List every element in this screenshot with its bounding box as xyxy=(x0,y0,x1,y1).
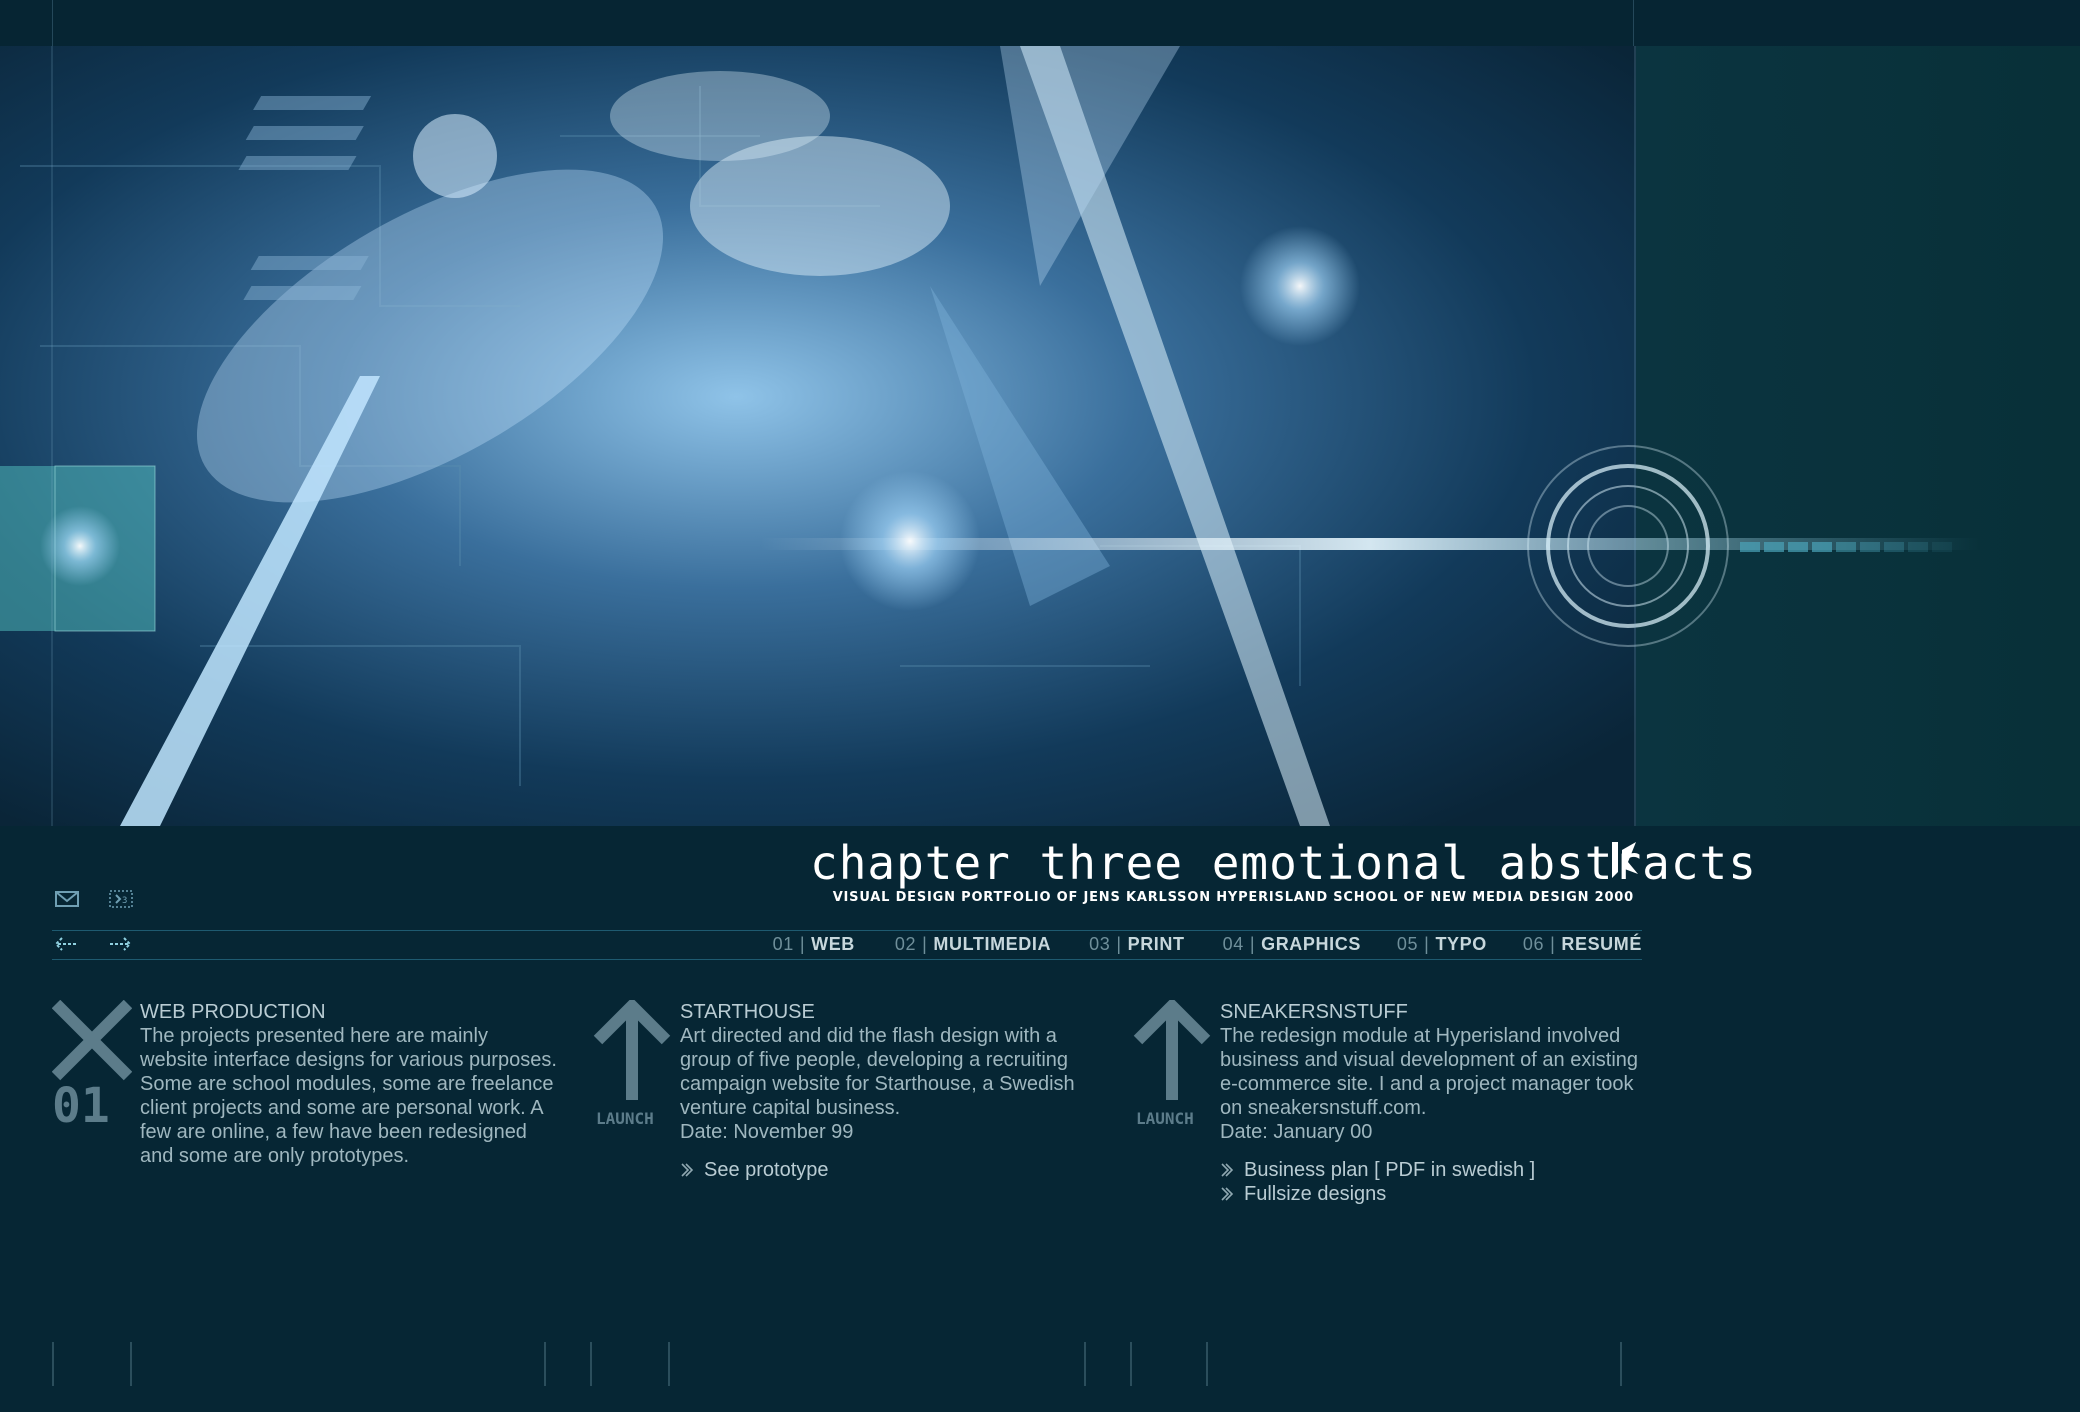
bottom-tick xyxy=(1084,1342,1086,1386)
link-label: See prototype xyxy=(704,1159,829,1181)
top-divider xyxy=(1633,0,1634,46)
link-label: Business plan [ PDF in swedish ] xyxy=(1244,1159,1536,1181)
nav-separator: | xyxy=(1116,934,1122,954)
nav-item-resume[interactable]: 06 | RESUMÉ xyxy=(1523,934,1642,955)
envelope-icon[interactable] xyxy=(54,888,80,910)
business-plan-link[interactable]: Business plan [ PDF in swedish ] xyxy=(1220,1158,1640,1182)
sneakersnstuff-section: SNEAKERSNSTUFF The redesign module at Hy… xyxy=(1220,1000,1640,1206)
nav-number: 04 xyxy=(1222,934,1244,954)
forward-small-icon[interactable]: 3 xyxy=(108,888,134,910)
nav-separator: | xyxy=(1550,934,1556,954)
starthouse-section: STARTHOUSE Art directed and did the flas… xyxy=(680,1000,1110,1182)
nav-menu: 01 | WEB 02 | MULTIMEDIA 03 | PRINT 04 |… xyxy=(773,934,1642,955)
svg-text:3: 3 xyxy=(122,896,127,906)
title-block: chapter three emotional abstracts VISUAL… xyxy=(810,836,1757,905)
nav-separator: | xyxy=(799,934,806,954)
section-description: The redesign module at Hyperisland invol… xyxy=(1220,1025,1639,1119)
launch-label: LAUNCH xyxy=(1136,1109,1194,1128)
section-links: See prototype xyxy=(680,1158,1110,1182)
nav-item-web[interactable]: 01 | WEB xyxy=(773,934,855,955)
nav-label: RESUMÉ xyxy=(1561,934,1642,954)
section-navigation: 01 | WEB 02 | MULTIMEDIA 03 | PRINT 04 |… xyxy=(52,930,1642,960)
launch-label: LAUNCH xyxy=(596,1109,654,1128)
nav-label: MULTIMEDIA xyxy=(933,934,1052,954)
bottom-tick xyxy=(544,1342,546,1386)
portfolio-subtitle: VISUAL DESIGN PORTFOLIO OF JENS KARLSSON… xyxy=(832,890,1634,905)
link-label: Fullsize designs xyxy=(1244,1183,1387,1205)
section-title: SNEAKERSNSTUFF xyxy=(1220,1001,1408,1023)
logo-mark-icon xyxy=(1612,842,1638,878)
section-date: Date: January 00 xyxy=(1220,1121,1373,1143)
section-number-icon: 01 xyxy=(52,1000,132,1124)
top-bar xyxy=(0,0,2080,46)
nav-item-multimedia[interactable]: 02 | MULTIMEDIA xyxy=(895,934,1051,955)
bottom-tick xyxy=(590,1342,592,1386)
section-number: 01 xyxy=(52,1078,110,1124)
section-description: The projects presented here are mainly w… xyxy=(140,1025,557,1167)
nav-label: TYPO xyxy=(1435,934,1487,954)
nav-label: PRINT xyxy=(1127,934,1185,954)
up-arrow-launch-icon[interactable]: LAUNCH xyxy=(1132,1000,1212,1128)
nav-number: 01 xyxy=(772,934,794,954)
bottom-tick xyxy=(1206,1342,1208,1386)
web-production-section: WEB PRODUCTION The projects presented he… xyxy=(140,1000,560,1168)
nav-number: 06 xyxy=(1522,934,1545,954)
nav-item-typo[interactable]: 05 | TYPO xyxy=(1397,934,1487,955)
back-arrow-icon[interactable] xyxy=(52,935,78,953)
forward-arrow-icon[interactable] xyxy=(108,935,134,953)
nav-number: 05 xyxy=(1396,934,1419,954)
section-title: WEB PRODUCTION xyxy=(140,1001,326,1023)
nav-item-print[interactable]: 03 | PRINT xyxy=(1089,934,1185,955)
fullsize-designs-link[interactable]: Fullsize designs xyxy=(1220,1182,1640,1206)
nav-separator: | xyxy=(1424,934,1430,954)
up-arrow-launch-icon[interactable]: LAUNCH xyxy=(592,1000,672,1128)
top-divider xyxy=(52,0,53,46)
bottom-tick xyxy=(52,1342,54,1386)
section-links: Business plan [ PDF in swedish ] Fullsiz… xyxy=(1220,1158,1640,1206)
chapter-title: chapter three emotional abstracts xyxy=(810,836,1757,890)
bottom-tick xyxy=(1620,1342,1622,1386)
bottom-tick xyxy=(668,1342,670,1386)
double-chevron-icon xyxy=(1221,1187,1234,1201)
section-title: STARTHOUSE xyxy=(680,1001,815,1023)
nav-number: 03 xyxy=(1089,934,1111,954)
hero-artwork xyxy=(0,46,2080,826)
bottom-tick xyxy=(130,1342,132,1386)
nav-label: WEB xyxy=(811,934,855,954)
bottom-tick xyxy=(1130,1342,1132,1386)
section-date: Date: November 99 xyxy=(680,1121,854,1143)
double-chevron-icon xyxy=(1221,1163,1234,1177)
nav-item-graphics[interactable]: 04 | GRAPHICS xyxy=(1223,934,1361,955)
nav-separator: | xyxy=(922,934,928,954)
nav-number: 02 xyxy=(894,934,917,954)
nav-separator: | xyxy=(1249,934,1256,954)
section-description: Art directed and did the flash design wi… xyxy=(680,1025,1075,1119)
abstract-artwork xyxy=(0,46,2080,826)
see-prototype-link[interactable]: See prototype xyxy=(680,1158,1110,1182)
double-chevron-icon xyxy=(681,1163,694,1177)
nav-label: GRAPHICS xyxy=(1261,934,1361,954)
